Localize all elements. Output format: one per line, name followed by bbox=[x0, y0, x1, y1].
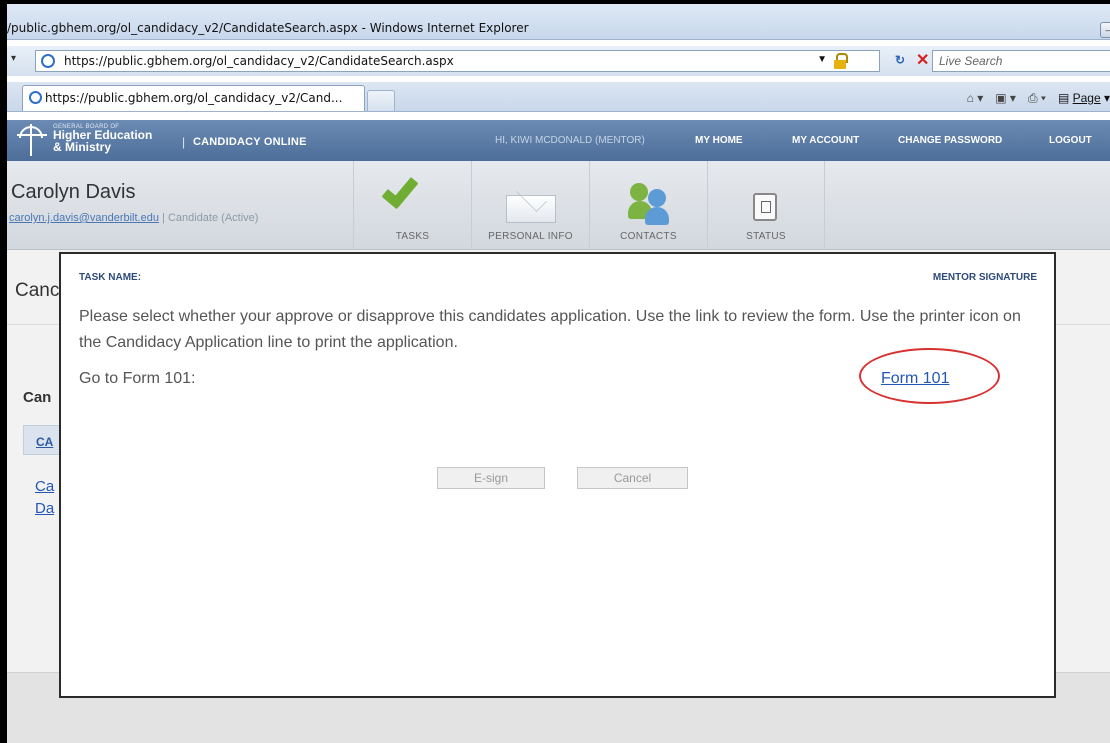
task-name-value: MENTOR SIGNATURE bbox=[932, 272, 1037, 283]
page-menu-label: Page bbox=[1072, 91, 1101, 105]
address-dropdown-icon[interactable]: ▼ bbox=[817, 54, 827, 65]
mentor-signature-dialog: TASK NAME: MENTOR SIGNATURE Please selec… bbox=[59, 252, 1056, 698]
print-icon[interactable]: ⎙ ▾ bbox=[1028, 91, 1046, 106]
refresh-icon[interactable]: ↻ bbox=[895, 53, 905, 67]
goto-form-label: Go to Form 101: bbox=[79, 370, 196, 387]
tile-contacts[interactable]: CONTACTS bbox=[589, 161, 707, 250]
address-bar[interactable]: https://public.gbhem.org/ol_candidacy_v2… bbox=[35, 50, 880, 72]
tab-row: https://public.gbhem.org/ol_candidacy_v2… bbox=[7, 82, 1110, 112]
candidate-subline: carolyn.j.davis@vanderbilt.edu | Candida… bbox=[9, 212, 258, 224]
status-icon bbox=[753, 193, 777, 221]
envelope-icon bbox=[506, 195, 556, 223]
header-separator: | bbox=[182, 135, 186, 149]
search-placeholder: Live Search bbox=[939, 54, 1003, 68]
browser-tab[interactable]: https://public.gbhem.org/ol_candidacy_v2… bbox=[22, 85, 365, 111]
tab-label: https://public.gbhem.org/ol_candidacy_v2… bbox=[45, 91, 343, 105]
cancel-button[interactable]: Cancel bbox=[577, 467, 688, 489]
nav-change-password[interactable]: CHANGE PASSWORD bbox=[898, 135, 1002, 146]
page-menu[interactable]: ▤ Page ▾ bbox=[1058, 91, 1110, 105]
search-input[interactable]: Live Search bbox=[932, 50, 1110, 72]
candidate-name: Carolyn Davis bbox=[11, 181, 136, 203]
instructions-text: Please select whether your approve or di… bbox=[79, 308, 1021, 351]
nav-my-home[interactable]: MY HOME bbox=[695, 135, 743, 146]
window-title: /public.gbhem.org/ol_candidacy_v2/Candid… bbox=[7, 21, 529, 35]
stop-icon[interactable]: ✕ bbox=[916, 50, 929, 70]
org-name: Higher Education & Ministry bbox=[53, 128, 153, 154]
candidate-email[interactable]: carolyn.j.davis@vanderbilt.edu bbox=[9, 212, 159, 224]
home-icon[interactable]: ⌂ ▾ bbox=[967, 91, 984, 105]
tile-status[interactable]: STATUS bbox=[707, 161, 825, 250]
site-header: GENERAL BOARD OF Higher Education & Mini… bbox=[7, 120, 1110, 161]
content-subtab-label: CA bbox=[36, 435, 54, 449]
esign-button[interactable]: E-sign bbox=[437, 467, 545, 489]
minimize-button[interactable]: – bbox=[1100, 22, 1110, 38]
tile-status-label: STATUS bbox=[746, 231, 786, 242]
browser-window: /public.gbhem.org/ol_candidacy_v2/Candid… bbox=[7, 4, 1110, 743]
address-row: ▾ https://public.gbhem.org/ol_candidacy_… bbox=[7, 46, 1110, 76]
ie-icon bbox=[29, 91, 42, 104]
tile-contacts-label: CONTACTS bbox=[620, 231, 677, 242]
tile-personal-info[interactable]: PERSONAL INFO bbox=[471, 161, 589, 250]
cross-flame-logo-icon[interactable] bbox=[17, 124, 47, 156]
user-greeting: HI, KIWI MCDONALD (MENTOR) bbox=[495, 135, 645, 146]
ie-icon bbox=[41, 54, 55, 68]
app-name: CANDIDACY ONLINE bbox=[193, 136, 307, 148]
tile-tasks[interactable]: TASKS bbox=[353, 161, 471, 250]
candidate-divider: | bbox=[162, 212, 165, 224]
content-link-1[interactable]: Ca bbox=[35, 478, 54, 495]
nav-dropdown-icon[interactable]: ▾ bbox=[11, 53, 16, 64]
tile-tasks-label: TASKS bbox=[395, 231, 430, 242]
new-tab-button[interactable] bbox=[367, 90, 395, 111]
feeds-icon[interactable]: ▣ ▾ bbox=[995, 91, 1016, 105]
title-bar: /public.gbhem.org/ol_candidacy_v2/Candid… bbox=[7, 4, 1110, 40]
content-link-2[interactable]: Da bbox=[35, 500, 54, 517]
tile-personal-info-label: PERSONAL INFO bbox=[488, 231, 573, 242]
nav-logout[interactable]: LOGOUT bbox=[1049, 135, 1092, 146]
address-url[interactable]: https://public.gbhem.org/ol_candidacy_v2… bbox=[64, 54, 454, 68]
form-101-link[interactable]: Form 101 bbox=[881, 370, 949, 388]
checkmark-icon bbox=[381, 170, 419, 210]
task-name-label: TASK NAME: bbox=[79, 272, 142, 283]
nav-my-account[interactable]: MY ACCOUNT bbox=[792, 135, 859, 146]
candidate-role: Candidate (Active) bbox=[167, 212, 259, 224]
contacts-people-icon bbox=[628, 181, 672, 225]
page-title: Canc bbox=[15, 280, 60, 301]
candidate-panel: Carolyn Davis carolyn.j.davis@vanderbilt… bbox=[7, 161, 1110, 250]
command-bar: ⌂ ▾ ▣ ▾ ⎙ ▾ ▤ Page ▾ bbox=[967, 88, 1110, 108]
section-title: Can bbox=[23, 389, 52, 406]
lock-icon[interactable] bbox=[833, 53, 848, 69]
